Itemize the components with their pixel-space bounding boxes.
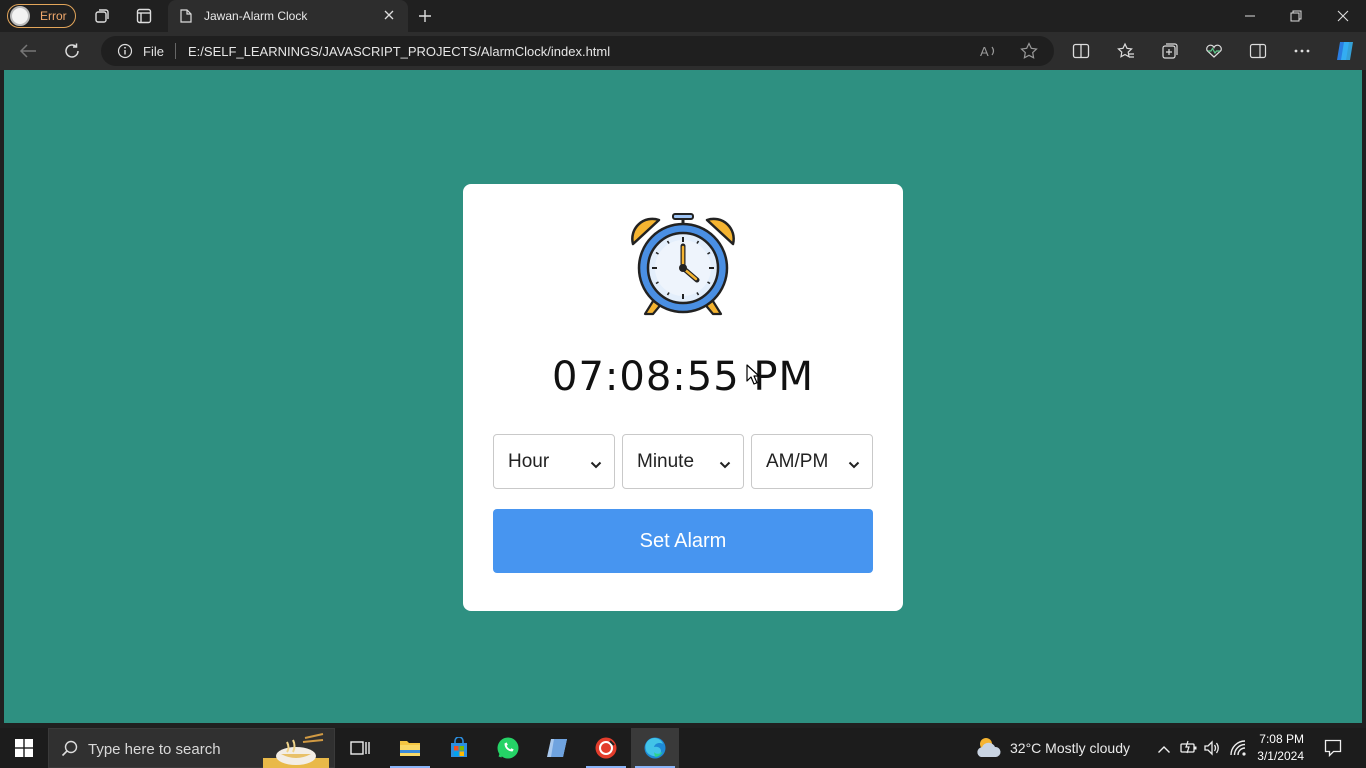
start-button[interactable] — [0, 728, 48, 768]
favorites-icon[interactable] — [1116, 41, 1136, 61]
hour-select[interactable]: Hour — [493, 434, 615, 489]
tab-actions-icon[interactable] — [134, 6, 154, 26]
alarm-card: 07:08:55 PM Hour Minute AM/PM Set Alarm — [463, 184, 903, 611]
address-separator — [175, 43, 176, 59]
notes-app-icon[interactable] — [533, 728, 581, 768]
weather-text[interactable]: 32°C Mostly cloudy — [1010, 740, 1130, 756]
chevron-down-icon — [848, 456, 860, 474]
browser-toolbar: File E:/SELF_LEARNINGS/JAVASCRIPT_PROJEC… — [0, 32, 1366, 70]
minute-select-value: Minute — [637, 451, 695, 472]
sidebar-icon[interactable] — [1248, 41, 1268, 61]
current-time: 07:08:55 PM — [552, 354, 814, 400]
volume-icon[interactable] — [1203, 740, 1221, 761]
tab-alarm-clock[interactable]: Jawan-Alarm Clock — [168, 0, 408, 32]
search-icon — [61, 740, 79, 763]
address-scheme: File — [143, 44, 164, 59]
mouse-cursor-icon — [746, 364, 760, 391]
refresh-icon[interactable] — [62, 41, 82, 61]
browser-title-bar: Error Jawan-Alarm Clock — [0, 0, 1366, 32]
alarm-clock-icon — [629, 212, 737, 323]
restore-icon[interactable] — [1286, 6, 1306, 26]
more-options-icon[interactable] — [1292, 41, 1312, 61]
split-screen-icon[interactable] — [1071, 41, 1091, 61]
ampm-select[interactable]: AM/PM — [751, 434, 873, 489]
chevron-down-icon — [590, 456, 602, 474]
collections-icon[interactable] — [1160, 41, 1180, 61]
battery-icon[interactable] — [1180, 740, 1198, 759]
browser-essentials-icon[interactable] — [1204, 41, 1224, 61]
tab-title: Jawan-Alarm Clock — [204, 9, 308, 23]
hour-select-value: Hour — [508, 451, 550, 472]
file-explorer-icon[interactable] — [386, 728, 434, 768]
page-viewport: 07:08:55 PM Hour Minute AM/PM Set Alarm — [4, 70, 1362, 723]
ampm-select-value: AM/PM — [766, 451, 829, 472]
minimize-icon[interactable] — [1240, 6, 1260, 26]
site-info-icon[interactable] — [117, 43, 133, 64]
set-alarm-button[interactable]: Set Alarm — [493, 509, 873, 573]
weather-cloudy-icon[interactable] — [975, 735, 1003, 766]
taskbar-clock[interactable]: 7:08 PM 3/1/2024 — [1256, 731, 1304, 765]
taskbar-search-box[interactable]: Type here to search — [48, 728, 335, 768]
workspaces-icon[interactable] — [92, 6, 112, 26]
search-placeholder: Type here to search — [88, 741, 221, 758]
address-bar[interactable]: File E:/SELF_LEARNINGS/JAVASCRIPT_PROJEC… — [101, 36, 1054, 66]
svg-text:A: A — [980, 44, 989, 59]
copilot-icon[interactable] — [1332, 38, 1358, 64]
search-highlight-noodles-icon — [261, 732, 331, 768]
wifi-icon[interactable] — [1229, 739, 1247, 762]
profile-label: Error — [40, 9, 67, 23]
profile-button[interactable]: Error — [7, 4, 76, 28]
chevron-down-icon — [719, 456, 731, 474]
microsoft-store-icon[interactable] — [435, 728, 483, 768]
show-hidden-icons-chevron-icon[interactable] — [1157, 741, 1171, 759]
task-view-icon[interactable] — [336, 728, 384, 768]
clock-time: 7:08 PM — [1259, 732, 1304, 746]
recorder-app-icon[interactable] — [582, 728, 630, 768]
whatsapp-icon[interactable] — [484, 728, 532, 768]
back-icon[interactable] — [18, 41, 38, 61]
windows-taskbar: Type here to search 32°C Mostly cloudy 7… — [0, 728, 1366, 768]
notifications-icon[interactable] — [1324, 739, 1342, 762]
close-tab-icon[interactable] — [382, 8, 396, 27]
address-url[interactable]: E:/SELF_LEARNINGS/JAVASCRIPT_PROJECTS/Al… — [188, 44, 610, 59]
page-icon — [180, 9, 192, 28]
favorite-star-icon[interactable] — [1020, 42, 1038, 65]
clock-date: 3/1/2024 — [1257, 749, 1304, 763]
profile-avatar — [10, 6, 30, 26]
new-tab-icon[interactable] — [415, 6, 435, 26]
close-window-icon[interactable] — [1333, 6, 1353, 26]
minute-select[interactable]: Minute — [622, 434, 744, 489]
read-aloud-icon[interactable]: A — [980, 43, 998, 64]
edge-browser-icon[interactable] — [631, 728, 679, 768]
